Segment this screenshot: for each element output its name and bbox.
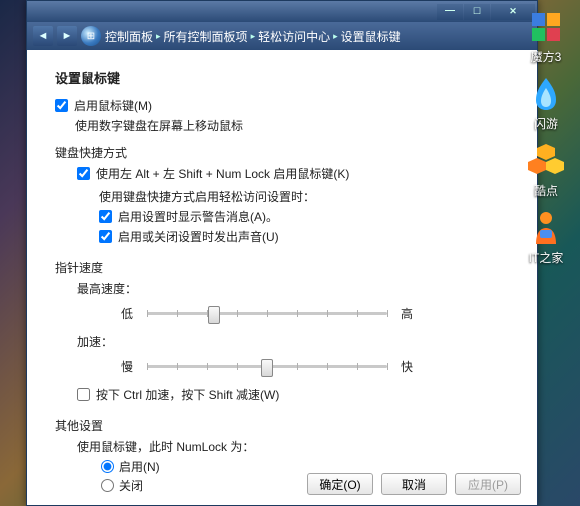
crumb-item[interactable]: 轻松访问中心 [258,28,330,45]
pointer-section-label: 指针速度 [55,259,509,276]
person-icon [527,209,565,247]
enable-mousekeys-checkbox[interactable]: 启用鼠标键(M) [55,97,509,114]
breadcrumb[interactable]: 控制面板▸ 所有控制面板项▸ 轻松访问中心▸ 设置鼠标键 [105,28,401,45]
accel-slow-label: 慢 [119,358,135,375]
desktop-icon-kudian[interactable]: 酷点 [527,142,565,199]
speed-high-label: 高 [399,305,415,322]
crumb-item[interactable]: 设置鼠标键 [341,28,401,45]
desktop-icon-ithome[interactable]: IT之家 [527,209,565,266]
shortcut-section-label: 键盘快捷方式 [55,144,509,161]
page-title: 设置鼠标键 [55,68,509,87]
desktop-icon-mofang[interactable]: 魔方3 [527,8,565,65]
minimize-button[interactable] [437,4,463,20]
control-panel-window: ◄ ► ⊞ 控制面板▸ 所有控制面板项▸ 轻松访问中心▸ 设置鼠标键 设置鼠标键… [26,0,538,506]
accel-thumb[interactable] [261,359,273,377]
desktop-icon-shanyou[interactable]: 闪游 [527,75,565,132]
maximize-button[interactable] [464,4,490,20]
taskbar-icon-checkbox[interactable]: 在任务栏上显示鼠标键图标(Y) [77,504,509,505]
ok-button[interactable]: 确定(O) [307,473,373,495]
client-area: 设置鼠标键 启用鼠标键(M) 使用数字键盘在屏幕上移动鼠标 键盘快捷方式 使用左… [27,50,537,505]
topspeed-thumb[interactable] [208,306,220,324]
navigation-bar: ◄ ► ⊞ 控制面板▸ 所有控制面板项▸ 轻松访问中心▸ 设置鼠标键 [27,22,537,51]
crumb-item[interactable]: 控制面板 [105,28,153,45]
cube-icon [527,8,565,46]
crumb-item[interactable]: 所有控制面板项 [164,28,248,45]
enable-description: 使用数字键盘在屏幕上移动鼠标 [75,117,509,134]
forward-button[interactable]: ► [57,26,77,46]
apply-button[interactable]: 应用(P) [455,473,521,495]
hex-icon [527,142,565,180]
speed-low-label: 低 [119,305,135,322]
back-button[interactable]: ◄ [33,26,53,46]
shortcut-enable-checkbox[interactable]: 使用左 Alt + 左 Shift + Num Lock 启用鼠标键(K) [77,165,509,182]
ctrl-shift-checkbox[interactable]: 按下 Ctrl 加速，按下 Shift 减速(W) [77,386,509,403]
topspeed-label: 最高速度： [77,280,509,297]
titlebar [27,1,537,22]
other-section-label: 其他设置 [55,417,509,434]
flame-icon [527,75,565,113]
accel-label: 加速： [77,333,509,350]
accel-fast-label: 快 [399,358,415,375]
accel-slider[interactable] [147,356,387,376]
button-bar: 确定(O) 取消 应用(P) [307,473,521,495]
accel-slider-row: 慢 快 [119,356,509,376]
cancel-button[interactable]: 取消 [381,473,447,495]
warn-checkbox[interactable]: 启用设置时显示警告消息(A)。 [99,208,509,225]
sound-checkbox[interactable]: 启用或关闭设置时发出声音(U) [99,228,509,245]
shortcut-caption: 使用键盘快捷方式启用轻松访问设置时： [99,188,509,205]
topspeed-slider[interactable] [147,303,387,323]
desktop-icons: 魔方3 闪游 酷点 IT之家 [518,8,574,266]
control-panel-icon: ⊞ [81,26,101,46]
topspeed-slider-row: 低 高 [119,303,509,323]
numlock-caption: 使用鼠标键，此时 NumLock 为： [77,438,509,455]
